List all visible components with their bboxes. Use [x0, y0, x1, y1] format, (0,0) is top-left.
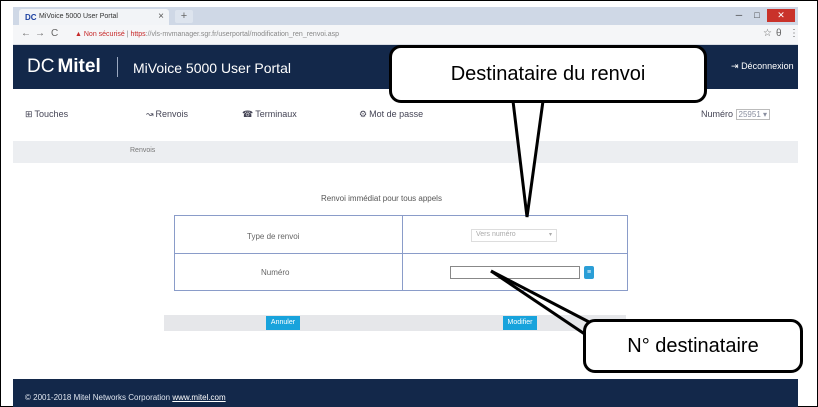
tab-title: MiVoice 5000 User Portal: [39, 13, 118, 20]
logout-button[interactable]: ⇥ Déconnexion: [731, 61, 794, 72]
url-scheme: https: [130, 31, 146, 38]
footer-copyright: © 2001-2018 Mitel Networks Corporation w…: [25, 393, 226, 402]
table-col-divider: [402, 216, 403, 290]
mitel-logo-icon: DC: [27, 56, 55, 77]
nav-item-terminaux[interactable]: ☎ Terminaux: [242, 109, 297, 120]
numero-value: 25951: [738, 110, 761, 119]
account-icon[interactable]: θ: [776, 28, 782, 39]
star-icon[interactable]: ☆: [763, 28, 772, 39]
numero-field-label: Numéro: [261, 268, 290, 277]
new-tab-button[interactable]: +: [175, 10, 193, 23]
callout-number: N° destinataire: [583, 319, 803, 373]
table-row-divider: [175, 253, 627, 254]
address-bar: ← → C ▲ Non sécurisé | https://vls-mvman…: [13, 25, 799, 45]
forward-form-table: Type de renvoi Vers numéro ▾ Numéro ≡: [174, 215, 628, 291]
browser-tab[interactable]: DC MiVoice 5000 User Portal ×: [19, 9, 169, 25]
security-label: Non sécurisé: [83, 31, 125, 38]
chevron-down-icon: ▾: [548, 232, 552, 238]
portal-title: MiVoice 5000 User Portal: [133, 60, 291, 76]
url-field[interactable]: ▲ Non sécurisé | https://vls-mvmanager.s…: [75, 28, 755, 42]
modify-button[interactable]: Modifier: [503, 316, 537, 330]
copyright-text: © 2001-2018 Mitel Networks Corporation: [25, 393, 171, 402]
gear-icon: ⚙: [359, 109, 368, 119]
mitel-website-link[interactable]: www.mitel.com: [172, 393, 225, 402]
browser-tab-bar: DC MiVoice 5000 User Portal × + ─ □ ✕: [13, 7, 798, 25]
maximize-button[interactable]: □: [749, 9, 765, 22]
url-text: ://vls-mvmanager.sgr.fr/userportal/modif…: [145, 31, 340, 38]
nav-item-mot-de-passe[interactable]: ⚙ Mot de passe: [359, 109, 423, 120]
numero-select[interactable]: 25951 ▾: [735, 109, 771, 120]
type-value: Vers numéro: [476, 231, 516, 238]
header-divider: [117, 57, 118, 77]
chevron-down-icon: ▾: [763, 110, 768, 119]
tab-close-icon[interactable]: ×: [158, 11, 164, 22]
forward-arrow-icon: ↝: [146, 109, 154, 119]
mitel-favicon-icon: DC: [25, 13, 37, 22]
minimize-button[interactable]: ─: [731, 9, 747, 22]
warning-icon: ▲: [75, 31, 84, 38]
logo-text: Mitel: [57, 56, 101, 77]
logout-label: Déconnexion: [741, 61, 794, 71]
form-title: Renvoi immédiat pour tous appels: [321, 194, 442, 203]
mitel-logo: DC Mitel: [27, 56, 101, 78]
grid-icon: ⊞: [25, 109, 33, 119]
nav-label: Terminaux: [255, 109, 297, 119]
page-footer: © 2001-2018 Mitel Networks Corporation w…: [13, 379, 798, 407]
screenshot-frame: DC MiVoice 5000 User Portal × + ─ □ ✕ ← …: [0, 0, 818, 407]
action-bar: Annuler Modifier: [164, 315, 626, 331]
phone-icon: ☎: [242, 109, 254, 119]
nav-label: Renvois: [155, 109, 189, 119]
back-icon[interactable]: ←: [21, 28, 31, 39]
directory-button[interactable]: ≡: [584, 266, 594, 279]
nav-label: Touches: [34, 109, 69, 119]
numero-selector[interactable]: Numéro 25951 ▾: [701, 109, 771, 120]
numero-label: Numéro: [701, 109, 734, 119]
breadcrumb: Renvois: [130, 147, 156, 154]
close-window-button[interactable]: ✕: [767, 9, 795, 22]
directory-icon: ≡: [586, 269, 592, 276]
nav-label: Mot de passe: [369, 109, 424, 119]
reload-icon[interactable]: C: [51, 28, 58, 39]
nav-item-touches[interactable]: ⊞ Touches: [25, 109, 68, 120]
type-label: Type de renvoi: [247, 232, 300, 241]
type-select[interactable]: Vers numéro ▾: [471, 229, 557, 242]
menu-icon[interactable]: ⋮: [789, 28, 799, 39]
breadcrumb-bar: Renvois: [13, 141, 798, 163]
destination-number-input[interactable]: [450, 266, 580, 279]
logout-icon: ⇥: [731, 61, 739, 71]
forward-icon[interactable]: →: [35, 28, 45, 39]
callout-destination: Destinataire du renvoi: [389, 45, 707, 103]
cancel-button[interactable]: Annuler: [266, 316, 300, 330]
nav-item-renvois[interactable]: ↝ Renvois: [146, 109, 188, 120]
